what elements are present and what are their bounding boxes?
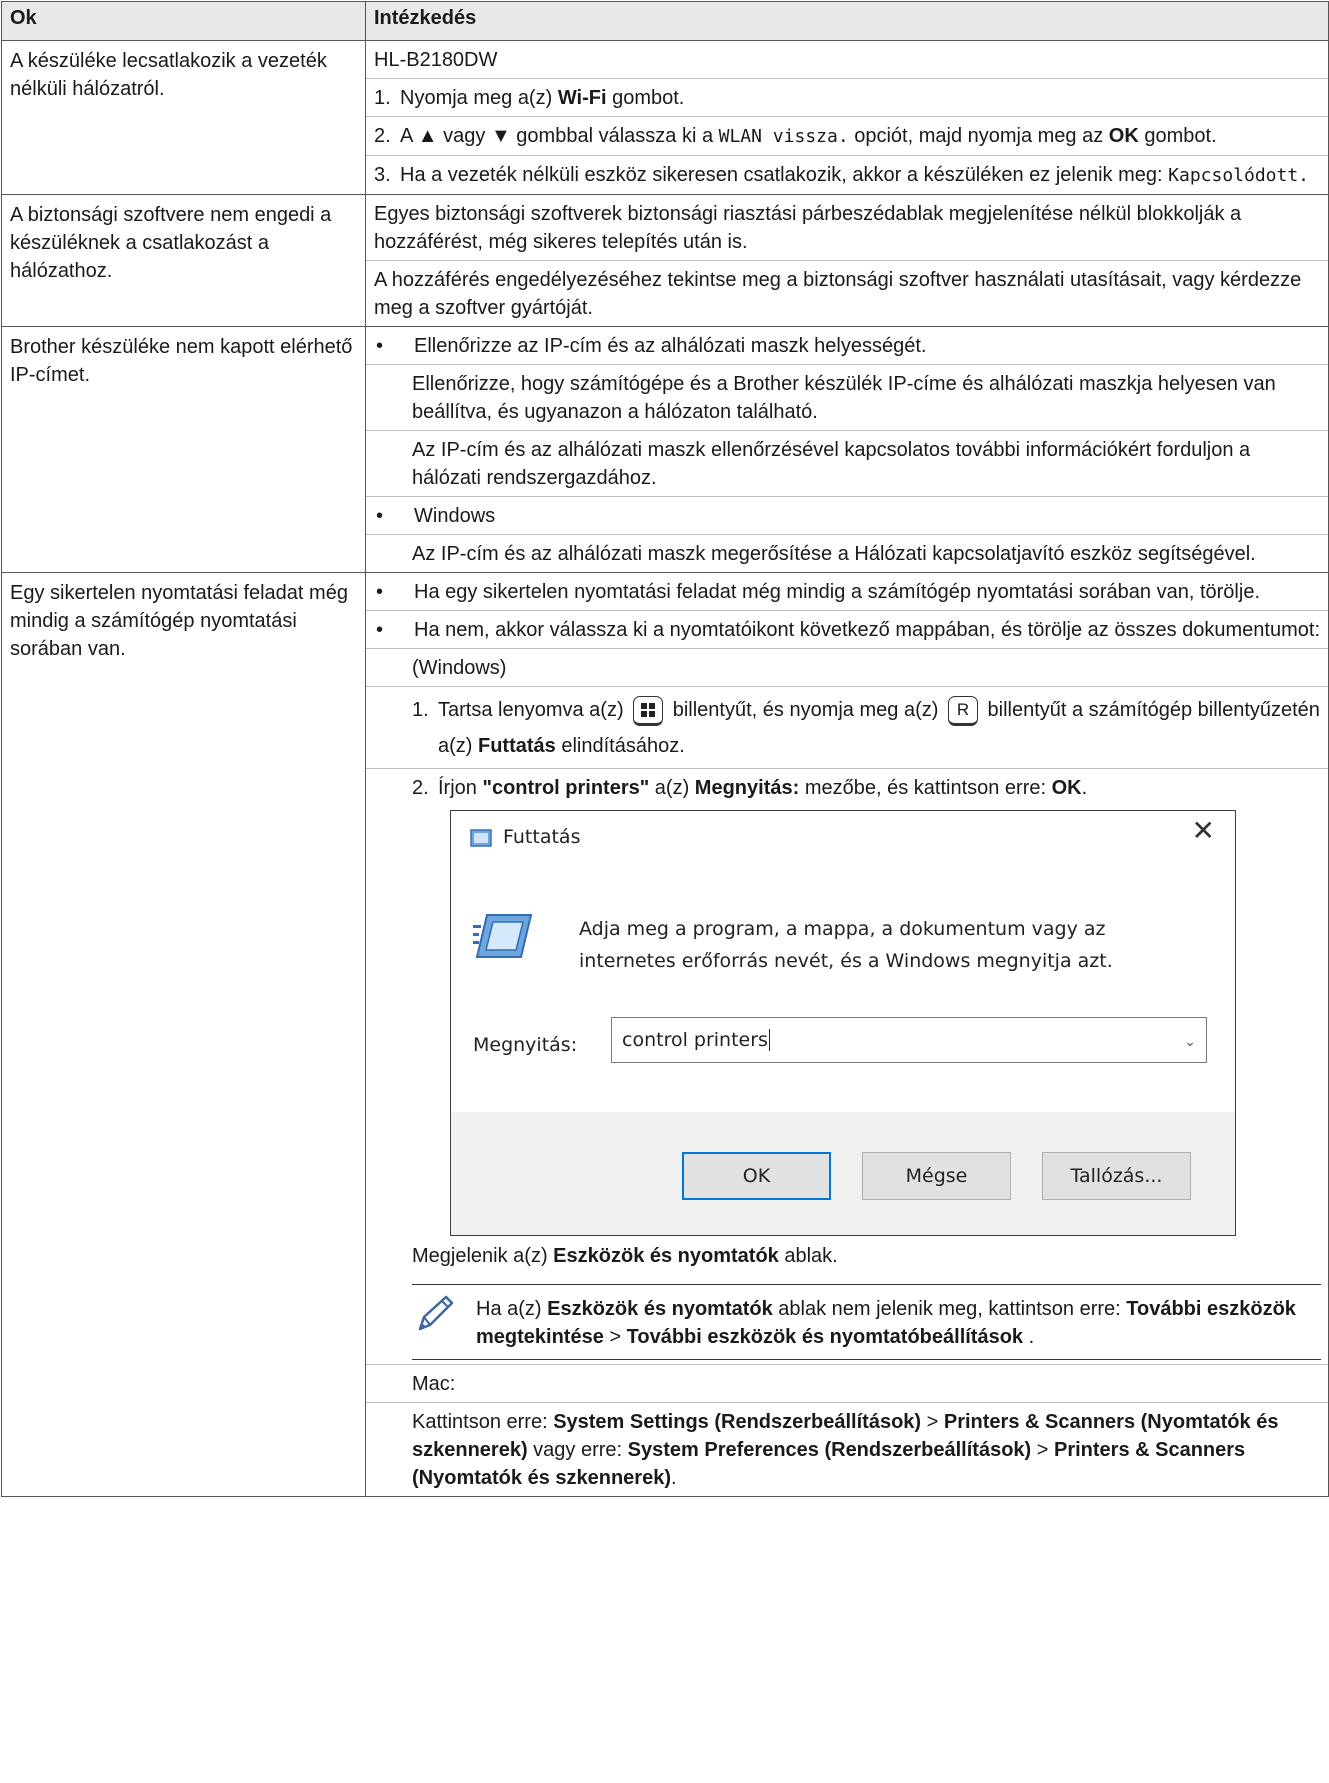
- step-item: 2. A ▲ vagy ▼ gombbal válassza ki a WLAN…: [366, 116, 1328, 155]
- paragraph: Egyes biztonsági szoftverek biztonsági r…: [374, 203, 1242, 253]
- cause-text: Egy sikertelen nyomtatási feladat még mi…: [10, 582, 348, 660]
- dialog-title: Futtatás: [503, 826, 581, 848]
- lcd-text: Kapcsolódott.: [1168, 165, 1310, 186]
- open-input-value: control printers: [622, 1029, 768, 1051]
- close-icon[interactable]: ✕: [1192, 817, 1215, 845]
- paragraph: Ellenőrizze, hogy számítógépe és a Broth…: [412, 373, 1276, 423]
- lcd-text: WLAN vissza.: [718, 126, 849, 147]
- step-text: A ▲ vagy ▼ gombbal válassza ki a WLAN vi…: [400, 125, 1217, 147]
- step-item: 1. Nyomja meg a(z) Wi-Fi gombot.: [366, 78, 1328, 116]
- table-row: Egy sikertelen nyomtatási feladat még mi…: [1, 572, 1329, 1497]
- run-program-icon: [473, 911, 533, 968]
- mac-instructions: Kattintson erre: System Settings (Rendsz…: [412, 1411, 1279, 1489]
- r-key-icon: R: [947, 695, 978, 726]
- step-text: Írjon "control printers" a(z) Megnyitás:…: [438, 777, 1088, 799]
- bullet-icon: •: [376, 581, 384, 603]
- action-cell: Egyes biztonsági szoftverek biztonsági r…: [365, 194, 1329, 327]
- header-action: Intézkedés: [365, 1, 1329, 41]
- cancel-button[interactable]: Mégse: [862, 1152, 1011, 1200]
- pencil-icon: [412, 1295, 476, 1351]
- table-row: Brother készüléke nem kapott elérhető IP…: [1, 326, 1329, 573]
- step-number: 1.: [412, 699, 429, 721]
- header-cause: Ok: [1, 1, 366, 41]
- bullet-icon: •: [376, 505, 384, 527]
- cause-text: A készüléke lecsatlakozik a vezeték nélk…: [10, 50, 327, 100]
- action-cell: • Ellenőrizze az IP-cím és az alhálózati …: [365, 326, 1329, 573]
- open-input[interactable]: control printers ⌄: [611, 1017, 1207, 1063]
- action-cell: • Ha egy sikertelen nyomtatási feladat mé…: [365, 572, 1329, 1497]
- mac-label: Mac:: [412, 1373, 456, 1395]
- bullet-text: Ha nem, akkor válassza ki a nyomtatóikon…: [414, 619, 1321, 641]
- bullet-item: • Ha nem, akkor válassza ki a nyomtatóiko…: [366, 610, 1328, 648]
- bullet-icon: •: [376, 335, 384, 357]
- note-text: Ha a(z) Eszközök és nyomtatók ablak nem …: [476, 1298, 1296, 1348]
- bullet-icon: •: [376, 619, 384, 641]
- troubleshooting-table: Ok Intézkedés A készüléke lecsatlakozik …: [1, 1, 1329, 1497]
- bullet-text: Ellenőrizze az IP-cím és az alhálózati m…: [414, 335, 927, 357]
- step-number: 3.: [374, 164, 391, 186]
- step-item: 1. Tartsa lenyomva a(z) billentyűt, és n…: [366, 686, 1328, 768]
- step-text: Tartsa lenyomva a(z) billentyűt, és nyom…: [438, 692, 1320, 764]
- run-dialog-icon: [469, 827, 493, 855]
- cause-text: A biztonsági szoftvere nem engedi a kész…: [10, 204, 332, 282]
- model-name: HL-B2180DW: [374, 49, 498, 71]
- step-number: 2.: [374, 125, 391, 147]
- browse-button[interactable]: Tallózás...: [1042, 1152, 1191, 1200]
- run-dialog: Futtatás ✕ Adja meg a program, a mappa, …: [450, 810, 1236, 1236]
- windows-logo-icon: [633, 695, 664, 726]
- bullet-item: • Windows: [366, 496, 1328, 534]
- cause-cell: Brother készüléke nem kapott elérhető IP…: [1, 326, 366, 573]
- chevron-down-icon[interactable]: ⌄: [1184, 1028, 1196, 1056]
- step-number: 1.: [374, 87, 391, 109]
- result-text: Megjelenik a(z) Eszközök és nyomtatók ab…: [412, 1245, 838, 1267]
- open-label: Megnyitás:: [473, 1034, 578, 1056]
- bullet-item: • Ha egy sikertelen nyomtatási feladat mé…: [366, 573, 1328, 610]
- paragraph: Az IP-cím és az alhálózati maszk ellenőr…: [412, 439, 1251, 489]
- cause-cell: Egy sikertelen nyomtatási feladat még mi…: [1, 572, 366, 1497]
- ok-button[interactable]: OK: [682, 1152, 831, 1200]
- dialog-description: Adja meg a program, a mappa, a dokumentu…: [579, 918, 1113, 972]
- table-row: A biztonsági szoftvere nem engedi a kész…: [1, 194, 1329, 327]
- table-row: A készüléke lecsatlakozik a vezeték nélk…: [1, 40, 1329, 195]
- bullet-text: Ha egy sikertelen nyomtatási feladat még…: [414, 581, 1260, 603]
- step-text: Ha a vezeték nélküli eszköz sikeresen cs…: [400, 164, 1310, 186]
- cause-cell: A biztonsági szoftvere nem engedi a kész…: [1, 194, 366, 327]
- bullet-item: • Ellenőrizze az IP-cím és az alhálózati …: [366, 327, 1328, 364]
- paragraph: Az IP-cím és az alhálózati maszk megerős…: [412, 543, 1256, 565]
- note-box: Ha a(z) Eszközök és nyomtatók ablak nem …: [412, 1284, 1321, 1360]
- step-item: 3. Ha a vezeték nélküli eszköz sikeresen…: [366, 155, 1328, 194]
- step-text: Nyomja meg a(z) Wi-Fi gombot.: [400, 87, 685, 109]
- bullet-text: Windows: [414, 505, 496, 527]
- table-header-row: Ok Intézkedés: [1, 1, 1329, 41]
- cause-cell: A készüléke lecsatlakozik a vezeték nélk…: [1, 40, 366, 195]
- paragraph: A hozzáférés engedélyezéséhez tekintse m…: [374, 269, 1302, 319]
- action-cell: HL-B2180DW 1. Nyomja meg a(z) Wi-Fi gomb…: [365, 40, 1329, 195]
- cause-text: Brother készüléke nem kapott elérhető IP…: [10, 336, 353, 386]
- step-number: 2.: [412, 777, 429, 799]
- windows-label: (Windows): [412, 657, 507, 679]
- step-block: 2. Írjon "control printers" a(z) Megnyit…: [366, 768, 1328, 1364]
